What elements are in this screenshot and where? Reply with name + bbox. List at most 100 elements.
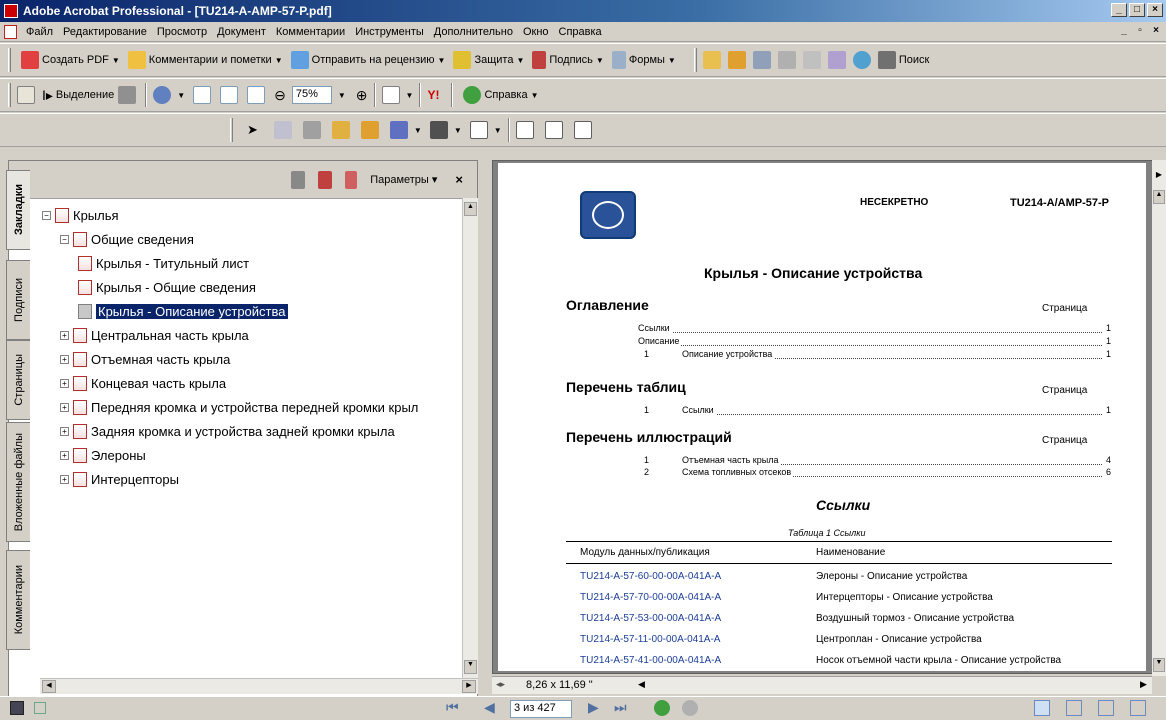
scroll-left-icon[interactable]: ◀ xyxy=(42,680,56,693)
bookmark-item[interactable]: + Интерцепторы xyxy=(60,469,179,489)
print-icon[interactable] xyxy=(777,51,796,69)
page-object-icon[interactable] xyxy=(573,121,592,139)
go-back-icon[interactable] xyxy=(654,700,670,716)
expand-icon[interactable]: + xyxy=(60,378,69,388)
select-object-icon[interactable]: ➤ xyxy=(247,122,258,138)
prev-page-icon[interactable]: ◀ xyxy=(484,699,495,716)
entry-label[interactable]: Описание xyxy=(638,336,682,346)
email-icon[interactable] xyxy=(802,51,821,69)
maximize-button[interactable]: □ xyxy=(1129,3,1145,17)
entry-label[interactable]: Отъемная часть крыла xyxy=(682,455,781,465)
bookmark-item[interactable]: + Элероны xyxy=(60,445,146,465)
bookmark-item[interactable]: Крылья - Описание устройства xyxy=(78,301,288,321)
zoom-field[interactable]: 75% xyxy=(291,86,332,104)
bookmark-item[interactable]: + Центральная часть крыла xyxy=(60,325,249,345)
page-number-field[interactable]: 3 из 427 xyxy=(510,700,572,718)
security-button[interactable]: Защита ▼ xyxy=(449,51,528,69)
bookmarks-horizontal-scrollbar[interactable]: ◀ ▶ xyxy=(40,678,478,694)
new-bookmark-icon[interactable] xyxy=(318,170,333,189)
doc-scroll-down-icon[interactable]: ▼ xyxy=(1153,658,1165,672)
delete-bookmark-icon[interactable] xyxy=(291,170,306,189)
first-page-icon[interactable]: ⏮ xyxy=(446,699,459,716)
search-button[interactable]: Поиск xyxy=(874,51,933,69)
forms-button[interactable]: Формы ▼ xyxy=(608,51,680,69)
menu-tools[interactable]: Инструменты xyxy=(350,26,429,38)
tab-bookmarks[interactable]: Закладки xyxy=(6,170,30,250)
minimize-button[interactable]: _ xyxy=(1111,3,1127,17)
document-vertical-scrollbar[interactable]: ▶ ▲ ▼ xyxy=(1152,160,1166,676)
expand-icon[interactable]: + xyxy=(60,330,69,340)
article-icon[interactable] xyxy=(360,121,379,139)
send-review-button[interactable]: Отправить на рецензию ▼ xyxy=(287,51,450,69)
bookmark-item[interactable]: − Крылья xyxy=(42,205,119,225)
expand-icon[interactable]: + xyxy=(60,402,69,412)
zoom-out-icon[interactable]: ⊖ xyxy=(274,87,286,104)
fit-page-icon[interactable] xyxy=(220,86,239,104)
go-forward-icon[interactable] xyxy=(682,700,698,716)
bookmark-item[interactable]: Крылья - Титульный лист xyxy=(78,253,249,273)
acrobat-app-icon[interactable] xyxy=(4,4,18,18)
text-field-icon[interactable] xyxy=(469,121,488,139)
bookmarks-vertical-scrollbar[interactable]: ▲ ▼ xyxy=(462,198,478,678)
yahoo-icon[interactable]: Y! xyxy=(427,88,439,102)
attach-icon[interactable] xyxy=(827,51,846,69)
button-tool-icon[interactable] xyxy=(389,121,408,139)
doc-restore-button[interactable]: ▫ xyxy=(1133,25,1147,38)
help-button[interactable]: Справка ▼ xyxy=(459,86,542,104)
tab-signatures[interactable]: Подписи xyxy=(6,260,30,340)
movie-icon[interactable] xyxy=(429,121,448,139)
options-menu[interactable]: Параметры ▾ xyxy=(370,173,437,186)
bookmark-item[interactable]: Крылья - Общие сведения xyxy=(78,277,256,297)
menu-window[interactable]: Окно xyxy=(518,26,554,38)
snapshot-icon[interactable] xyxy=(118,86,137,104)
ref-link[interactable]: TU214-A-57-53-00-00A-041A-A xyxy=(580,613,721,624)
tab-attachments[interactable]: Вложенные файлы xyxy=(6,422,30,542)
entry-label[interactable]: Описание устройства xyxy=(682,349,775,359)
menu-help[interactable]: Справка xyxy=(554,26,607,38)
doc-scroll-up-icon[interactable]: ▲ xyxy=(1153,190,1165,204)
bookmark-item[interactable]: + Передняя кромка и устройства передней к… xyxy=(60,397,418,417)
fit-width-icon[interactable] xyxy=(247,86,266,104)
collapse-icon[interactable]: − xyxy=(42,210,51,220)
zoom-in-tool-icon[interactable] xyxy=(153,86,172,104)
doc-minimize-button[interactable]: _ xyxy=(1117,25,1131,38)
expand-icon[interactable]: + xyxy=(60,426,69,436)
menu-view[interactable]: Просмотр xyxy=(152,26,212,38)
ref-link[interactable]: TU214-A-57-60-00-00A-041A-A xyxy=(580,571,721,582)
split-handle-icon[interactable]: ◂▸ xyxy=(496,679,505,690)
doc-scroll-left-icon[interactable]: ◀ xyxy=(638,679,645,690)
single-page-icon[interactable] xyxy=(1034,700,1050,716)
close-button[interactable]: × xyxy=(1147,3,1163,17)
menu-edit[interactable]: Редактирование xyxy=(58,26,152,38)
menu-document[interactable]: Документ xyxy=(212,26,271,38)
expand-bookmark-icon[interactable] xyxy=(345,170,358,189)
web-icon[interactable] xyxy=(852,51,871,69)
next-page-icon[interactable]: ▶ xyxy=(588,699,599,716)
expand-icon[interactable]: + xyxy=(60,450,69,460)
ref-link[interactable]: TU214-A-57-70-00-00A-041A-A xyxy=(580,592,721,603)
continuous-facing-icon[interactable] xyxy=(1130,700,1146,716)
rotate-view-icon[interactable] xyxy=(381,86,400,104)
touchup-text-icon[interactable] xyxy=(273,121,292,139)
hand-tool-icon[interactable] xyxy=(17,86,35,104)
actual-size-icon[interactable] xyxy=(193,86,212,104)
doc-scroll-right-icon[interactable]: ▶ xyxy=(1140,679,1147,690)
ref-link[interactable]: TU214-A-57-41-00-00A-041A-A xyxy=(580,655,721,666)
zoom-in-icon[interactable]: ⊕ xyxy=(356,87,368,104)
facing-icon[interactable] xyxy=(1098,700,1114,716)
entry-label[interactable]: Ссылки xyxy=(682,405,716,415)
organizer-icon[interactable] xyxy=(727,51,746,69)
bookmark-item[interactable]: + Задняя кромка и устройства задней кромк… xyxy=(60,421,395,441)
expand-icon[interactable]: + xyxy=(60,474,69,484)
sign-button[interactable]: Подпись ▼ xyxy=(528,51,607,69)
screen-icon[interactable] xyxy=(10,701,24,715)
bookmark-item[interactable]: − Общие сведения xyxy=(60,229,194,249)
zoom-dropdown[interactable]: ▼ xyxy=(338,91,346,100)
text-box-icon[interactable] xyxy=(515,121,534,139)
crop-icon[interactable] xyxy=(302,121,321,139)
create-pdf-button[interactable]: Создать PDF ▼ xyxy=(17,51,124,69)
bookmark-item[interactable]: + Отъемная часть крыла xyxy=(60,349,230,369)
menu-comments[interactable]: Комментарии xyxy=(271,26,350,38)
entry-label[interactable]: Схема топливных отсеков xyxy=(682,467,794,477)
tab-comments[interactable]: Комментарии xyxy=(6,550,30,650)
